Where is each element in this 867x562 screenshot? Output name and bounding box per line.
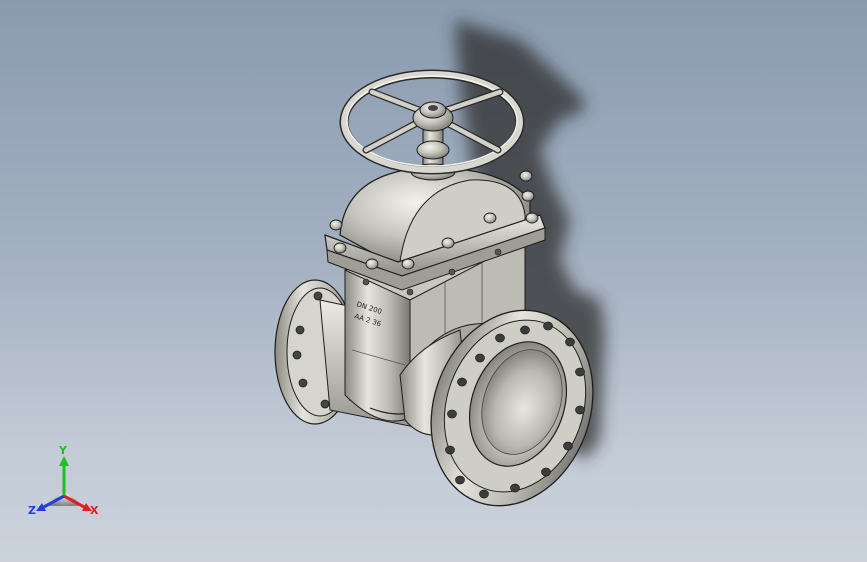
coordinate-triad[interactable]: Y X Z bbox=[26, 444, 106, 528]
graphics-viewport[interactable]: DN 200 AA 2 36 Y X Z bbox=[0, 0, 867, 562]
z-axis-label: Z bbox=[28, 504, 36, 517]
valve-model-3d[interactable]: DN 200 AA 2 36 bbox=[0, 0, 867, 562]
y-axis-label: Y bbox=[59, 444, 67, 457]
x-axis-label: X bbox=[90, 504, 99, 517]
